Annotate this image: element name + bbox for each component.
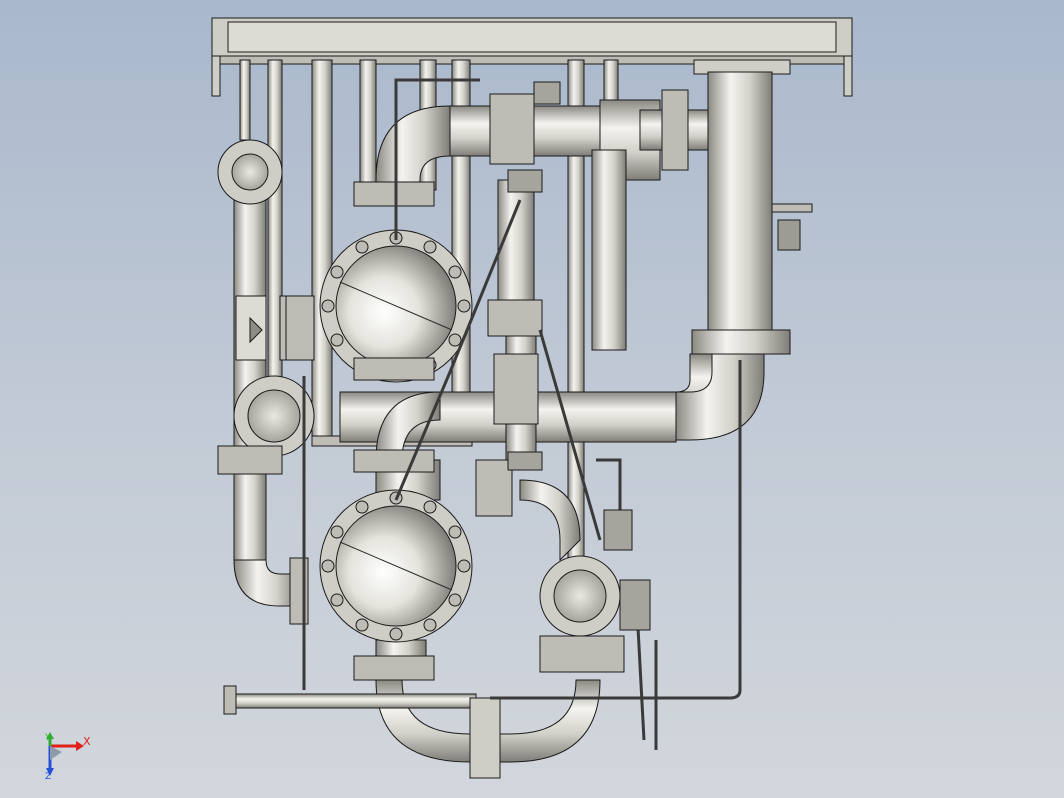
z-axis-label: Z: [45, 772, 52, 782]
x-axis-label: X: [83, 735, 91, 748]
y-axis-label: Y: [45, 733, 51, 743]
right-vertical-column: [691, 59, 813, 355]
cad-viewport[interactable]: X Y Z: [0, 0, 1064, 798]
triad-origin-wedge: [50, 746, 62, 760]
lower-u-bend: [223, 679, 601, 779]
piping-skid-model[interactable]: [0, 0, 1064, 798]
